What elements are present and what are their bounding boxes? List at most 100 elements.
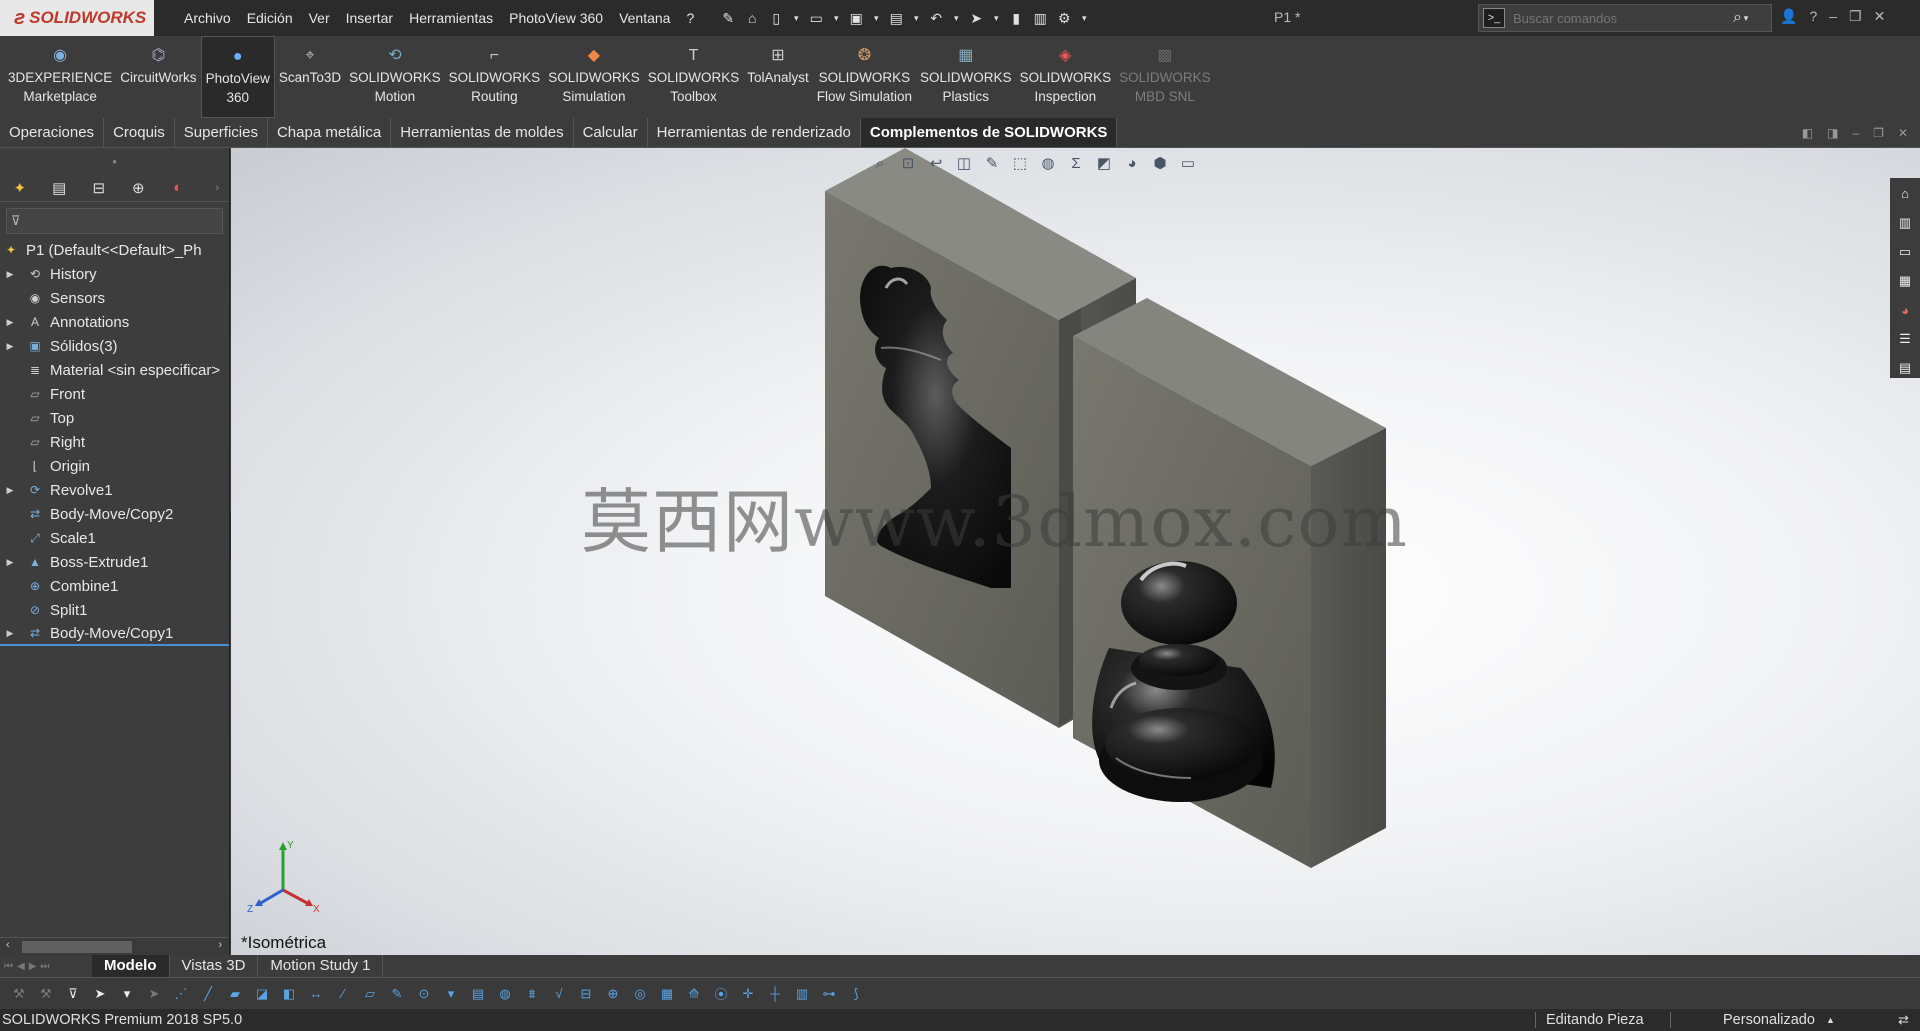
hide-show-icon[interactable]: ◩	[1095, 154, 1113, 172]
chevron-down-icon[interactable]: ▾	[872, 10, 880, 26]
first-tab-icon[interactable]: ⏮	[4, 961, 13, 972]
filter-block-icon[interactable]: ▦	[658, 985, 676, 1003]
menu-help[interactable]: ?	[678, 10, 702, 26]
help-icon[interactable]: ?	[1809, 8, 1817, 25]
tile-left-icon[interactable]: ◧	[1802, 126, 1813, 140]
tree-item[interactable]: ⌊ Origin	[0, 454, 229, 478]
horizontal-scrollbar[interactable]: ‹ ›	[0, 937, 228, 955]
select-cursor-icon[interactable]: ➤	[968, 10, 984, 26]
filter-weld-icon[interactable]: ⩩	[523, 985, 541, 1003]
print-icon[interactable]: ▤	[888, 10, 904, 26]
expand-arrow-icon[interactable]: ▶	[4, 269, 16, 280]
graphics-area[interactable]: ⌕ ⊡ ↩ ◫ ✎ ⬚ ◍ Σ ◩ ◕ ⬢ ▭ 莫西网www.3dmox.com…	[231, 148, 1920, 955]
tile-right-icon[interactable]: ◨	[1827, 126, 1838, 140]
cmd-solidworks-simulation[interactable]: ◆ SOLIDWORKS Simulation	[544, 36, 644, 118]
filter-sketch-icon[interactable]: ✎	[388, 985, 406, 1003]
prev-tab-icon[interactable]: ◀	[17, 961, 25, 972]
filter-note-icon[interactable]: ▤	[469, 985, 487, 1003]
cmd-circuitworks[interactable]: ⌬ CircuitWorks	[116, 36, 200, 118]
filter-plane-icon[interactable]: ▱	[361, 985, 379, 1003]
save-icon[interactable]: ▣	[848, 10, 864, 26]
tree-item[interactable]: ▶ ▲ Boss-Extrude1	[0, 550, 229, 574]
filter-datum-target-icon[interactable]: ⊕	[604, 985, 622, 1003]
view-orientation-icon[interactable]: ⬚	[1011, 154, 1029, 172]
search-input[interactable]	[1513, 10, 1733, 26]
next-tab-icon[interactable]: ▶	[29, 961, 37, 972]
undo-icon[interactable]: ↶	[928, 10, 944, 26]
menu-photoview[interactable]: PhotoView 360	[501, 10, 611, 26]
rebuild-status-icon[interactable]: ⇄	[1898, 1012, 1909, 1028]
user-icon[interactable]: 👤	[1780, 8, 1797, 25]
tree-item[interactable]: ▶ ⇄ Body-Move/Copy1	[0, 622, 229, 646]
search-commands-box[interactable]: >_ ⌕ ▾	[1478, 4, 1772, 32]
tab-herramientas-moldes[interactable]: Herramientas de moldes	[391, 118, 574, 147]
cmd-flow-simulation[interactable]: ❂ SOLIDWORKS Flow Simulation	[813, 36, 916, 118]
menu-herramientas[interactable]: Herramientas	[401, 10, 501, 26]
file-explorer-icon[interactable]: ▭	[1895, 242, 1915, 261]
tree-item[interactable]: ✦ P1 (Default<<Default>_Ph	[0, 238, 229, 262]
view-palette-icon[interactable]: ▦	[1895, 271, 1915, 290]
filter-dimension-icon[interactable]: ↔	[307, 985, 325, 1003]
tool-disabled-icon[interactable]: ⚒	[37, 985, 55, 1003]
minimize-icon[interactable]: –	[1829, 8, 1837, 25]
expand-arrow-icon[interactable]: ▶	[4, 485, 16, 496]
close-icon[interactable]: ✕	[1874, 8, 1886, 25]
zoom-to-fit-icon[interactable]: ⌕	[871, 154, 889, 172]
chevron-down-icon[interactable]: ▾	[1742, 10, 1750, 26]
propertymanager-tab-icon[interactable]: ▤	[48, 177, 72, 199]
tree-item[interactable]: ▶ ▣ Sólidos(3)	[0, 334, 229, 358]
view-settings-icon[interactable]: ▭	[1179, 154, 1197, 172]
appearance-icon[interactable]: ◕	[1123, 154, 1141, 172]
tree-item[interactable]: ⇄ Body-Move/Copy2	[0, 502, 229, 526]
tab-operaciones[interactable]: Operaciones	[0, 118, 105, 147]
custom-properties-icon[interactable]: ☰	[1895, 330, 1915, 349]
unit-system[interactable]: Personalizado	[1670, 1012, 1815, 1028]
scroll-left-icon[interactable]: ‹	[6, 939, 10, 951]
cmd-tolanalyst[interactable]: ⊞ TolAnalyst	[743, 36, 813, 118]
previous-view-icon[interactable]: ↩	[927, 154, 945, 172]
sum-icon[interactable]: Σ	[1067, 154, 1085, 172]
filter-table-icon[interactable]: ▥	[793, 985, 811, 1003]
select-cursor-icon[interactable]: ➤	[91, 985, 109, 1003]
filter-vertices-icon[interactable]: ⋰	[172, 985, 190, 1003]
chevron-down-icon[interactable]: ▾	[912, 10, 920, 26]
cmd-scanto3d[interactable]: ⌖ ScanTo3D	[275, 36, 345, 118]
tab-herramientas-renderizado[interactable]: Herramientas de renderizado	[648, 118, 861, 147]
menu-insertar[interactable]: Insertar	[338, 10, 401, 26]
cmd-solidworks-inspection[interactable]: ◈ SOLIDWORKS Inspection	[1016, 36, 1116, 118]
featuremanager-tab-icon[interactable]: ✦	[8, 177, 32, 199]
filter-icon[interactable]: ⊽	[64, 985, 82, 1003]
chevron-down-icon[interactable]: ▾	[118, 985, 136, 1003]
expand-arrow-icon[interactable]: ▶	[4, 341, 16, 352]
filter-route-icon[interactable]: ⟆	[847, 985, 865, 1003]
dynamic-annotation-icon[interactable]: ✎	[983, 154, 1001, 172]
filter-solid-icon[interactable]: ◧	[280, 985, 298, 1003]
cmd-3dexperience-marketplace[interactable]: ◉ 3DEXPERIENCE Marketplace	[4, 36, 116, 118]
tab-superficies[interactable]: Superficies	[175, 118, 268, 147]
cmd-solidworks-motion[interactable]: ⟲ SOLIDWORKS Motion	[345, 36, 445, 118]
minimize-icon[interactable]: –	[1852, 126, 1859, 140]
tree-item[interactable]: ▶ ⟲ History	[0, 262, 229, 286]
cmd-photoview-360[interactable]: ● PhotoView 360	[200, 36, 275, 118]
chevron-down-icon[interactable]: ▾	[952, 10, 960, 26]
filter-axis-icon[interactable]: ⁄	[334, 985, 352, 1003]
chevron-up-icon[interactable]: ▲	[1826, 1015, 1835, 1025]
tree-item[interactable]: ▱ Right	[0, 430, 229, 454]
scroll-right-icon[interactable]: ›	[218, 939, 222, 951]
expand-arrow-icon[interactable]: ▶	[4, 628, 16, 639]
display-manager-tab-icon[interactable]: ◐	[166, 177, 190, 199]
tree-item[interactable]: ▱ Top	[0, 406, 229, 430]
file-properties-icon[interactable]: ▥	[1032, 10, 1048, 26]
solidworks-logo[interactable]: ƨ SOLIDWORKS	[0, 0, 154, 36]
chevron-down-icon[interactable]: ▾	[992, 10, 1000, 26]
panel-grip[interactable]: ●	[0, 148, 229, 174]
filter-faces-icon[interactable]: ▰	[226, 985, 244, 1003]
filter-point-icon[interactable]: ⊙	[415, 985, 433, 1003]
menu-ver[interactable]: Ver	[301, 10, 338, 26]
last-tab-icon[interactable]: ⏭	[40, 961, 49, 972]
scroll-thumb[interactable]	[22, 941, 132, 953]
filter-gtol-icon[interactable]: ⊟	[577, 985, 595, 1003]
tool-disabled-icon[interactable]: ⚒	[10, 985, 28, 1003]
tree-item[interactable]: ⤢ Scale1	[0, 526, 229, 550]
chevron-down-icon[interactable]: ▾	[832, 10, 840, 26]
